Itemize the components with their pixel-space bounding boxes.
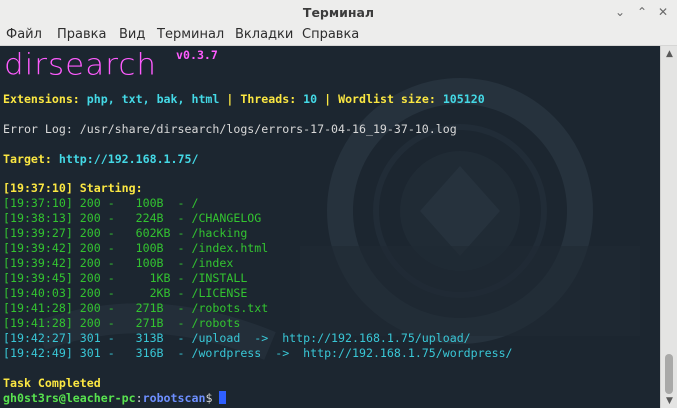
redirect-line: [19:42:27] 301 - 313B - /upload -> http:… xyxy=(3,331,471,345)
wordlist-value: 105120 xyxy=(442,92,485,106)
extensions-value: php, txt, bak, html xyxy=(86,92,220,106)
result-line: [19:39:42] 200 - 100B - /index xyxy=(3,256,234,270)
window-title: Терминал xyxy=(302,5,375,20)
maximize-icon[interactable]: ⌃ xyxy=(634,4,650,20)
result-line: [19:39:27] 200 - 602KB - /hacking xyxy=(3,226,248,240)
terminal-output[interactable]: dirsearch v0.3.7 Extensions: php, txt, b… xyxy=(0,46,660,408)
menu-view[interactable]: Вид xyxy=(119,26,145,44)
menu-edit[interactable]: Правка xyxy=(57,26,106,44)
text-cursor xyxy=(219,391,227,404)
prompt-colon: : xyxy=(135,391,143,405)
version-text: v0.3.7 xyxy=(176,48,218,62)
threads-label: Threads: xyxy=(240,92,297,106)
menu-terminal[interactable]: Терминал xyxy=(157,26,224,44)
config-line: Extensions: php, txt, bak, html | Thread… xyxy=(3,92,485,107)
separator: | xyxy=(226,92,234,106)
threads-value: 10 xyxy=(303,92,318,106)
result-line: [19:38:13] 200 - 224B - /CHANGELOG xyxy=(3,211,262,225)
starting-line: [19:37:10] Starting: xyxy=(3,181,143,195)
scroll-up-icon[interactable]: ▲ xyxy=(664,49,675,59)
result-line: [19:39:42] 200 - 100B - /index.html xyxy=(3,241,269,255)
target-label: Target: xyxy=(3,152,52,166)
close-icon[interactable]: ✕ xyxy=(655,4,671,20)
result-line: [19:41:28] 200 - 271B - /robots.txt xyxy=(3,301,269,315)
terminal-window: Терминал ⌄ ⌃ ✕ Файл Правка Вид Терминал … xyxy=(0,0,677,408)
target-value: http://192.168.1.75/ xyxy=(58,152,199,166)
menu-file[interactable]: Файл xyxy=(6,26,42,44)
result-line: [19:37:10] 200 - 100B - / xyxy=(3,196,199,210)
vertical-scrollbar[interactable]: ▲ ▼ xyxy=(660,46,677,408)
prompt-dir: robotscan xyxy=(142,391,206,405)
dirsearch-logo: dirsearch xyxy=(4,47,158,83)
menu-help[interactable]: Справка xyxy=(302,26,359,44)
menu-bar: Файл Правка Вид Терминал Вкладки Справка xyxy=(0,25,677,46)
title-bar[interactable]: Терминал ⌄ ⌃ ✕ xyxy=(0,0,677,26)
target-line: Target: http://192.168.1.75/ xyxy=(3,152,198,167)
task-completed: Task Completed xyxy=(3,376,101,390)
shell-prompt[interactable]: gh0st3rs@leacher-pc:robotscan$ xyxy=(3,391,227,406)
redirect-line: [19:42:49] 301 - 316B - /wordpress -> ht… xyxy=(3,346,513,360)
scroll-down-icon[interactable]: ▼ xyxy=(664,396,675,406)
minimize-icon[interactable]: ⌄ xyxy=(612,4,628,20)
error-log-line: Error Log: /usr/share/dirsearch/logs/err… xyxy=(3,122,457,136)
result-line: [19:41:28] 200 - 271B - /robots xyxy=(3,316,241,330)
separator: | xyxy=(324,92,332,106)
prompt-symbol: $ xyxy=(205,391,213,405)
result-line: [19:39:45] 200 - 1KB - /INSTALL xyxy=(3,271,248,285)
extensions-label: Extensions: xyxy=(3,92,80,106)
menu-tabs[interactable]: Вкладки xyxy=(235,26,293,44)
wordlist-label: Wordlist size: xyxy=(338,92,436,106)
prompt-user: gh0st3rs@leacher-pc xyxy=(3,391,136,405)
result-line: [19:40:03] 200 - 2KB - /LICENSE xyxy=(3,286,248,300)
scrollbar-thumb[interactable] xyxy=(665,354,673,394)
